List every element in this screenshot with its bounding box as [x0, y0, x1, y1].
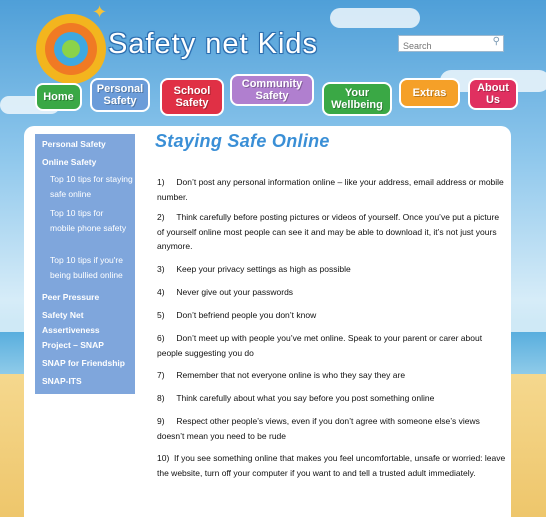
tip-5: 5) Don’t befriend people you don’t know [157, 310, 317, 320]
cloud [330, 8, 420, 28]
tip-1: 1) Don’t post any personal information o… [157, 177, 504, 202]
sidebar-item-snap-friendship[interactable]: SNAP for Friendship [42, 356, 125, 371]
tab-extras[interactable]: Extras [399, 78, 460, 108]
star-icon: ✦ [92, 2, 108, 22]
sidebar-nav: Personal Safety Online Safety Top 10 tip… [35, 134, 135, 394]
tab-home[interactable]: Home [35, 83, 82, 111]
sidebar-item-personal-safety[interactable]: Personal Safety [42, 137, 106, 152]
tab-personal-safety[interactable]: Personal Safety [90, 78, 150, 112]
search-icon[interactable]: ⚲ [493, 36, 500, 47]
search-box[interactable]: ⚲ [398, 35, 504, 54]
tab-school-safety[interactable]: School Safety [160, 78, 224, 116]
site-title[interactable]: Safety net Kids [108, 28, 318, 61]
tip-10: 10) If you see something online that mak… [157, 453, 506, 478]
tip-4: 4) Never give out your passwords [157, 287, 294, 297]
sidebar-item-online-safety[interactable]: Online Safety [42, 155, 96, 170]
tip-6: 6) Don’t meet up with people you’ve met … [157, 333, 483, 358]
tab-community-safety[interactable]: Community Safety [230, 74, 314, 106]
page-title: Staying Safe Online [155, 131, 330, 151]
tab-about-us[interactable]: About Us [468, 78, 518, 110]
sidebar-item-snap[interactable]: Safety Net Assertiveness Project – SNAP [42, 308, 130, 353]
sidebar-subitem-tips-online[interactable]: Top 10 tips for staying safe online [50, 172, 134, 202]
sidebar-subitem-tips-mobile[interactable]: Top 10 tips for mobile phone safety [50, 206, 130, 236]
tip-8: 8) Think carefully about what you say be… [157, 393, 435, 403]
search-input[interactable] [399, 38, 485, 54]
tab-your-wellbeing[interactable]: Your Wellbeing [322, 82, 392, 116]
tip-9: 9) Respect other people’s views, even if… [157, 416, 480, 441]
tip-3: 3) Keep your privacy settings as high as… [157, 264, 351, 274]
sidebar-item-peer-pressure[interactable]: Peer Pressure [42, 290, 99, 305]
tip-7: 7) Remember that not everyone online is … [157, 370, 406, 380]
sidebar-item-snap-its[interactable]: SNAP-ITS [42, 374, 82, 389]
sidebar-subitem-tips-bullied[interactable]: Top 10 tips if you're being bullied onli… [50, 253, 134, 283]
tip-2: 2) Think carefully before posting pictur… [157, 212, 500, 251]
site-logo[interactable]: ✦ [36, 2, 107, 84]
